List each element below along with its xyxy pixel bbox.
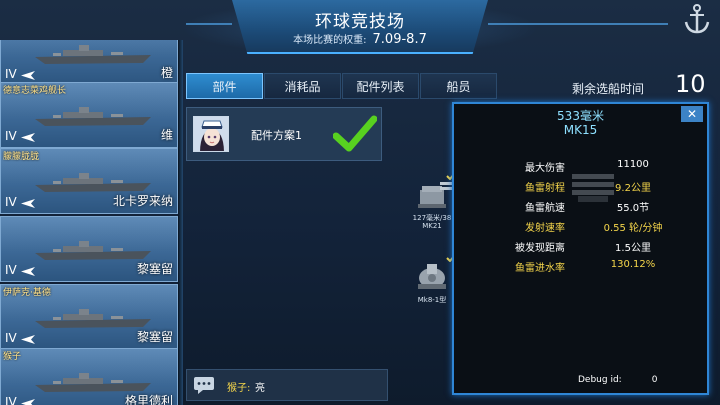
detail-popup: 533毫米 MK15 ✕ 最大伤害 11100 鱼雷射程 9.2公里鱼雷航速 55.0节… [452,102,709,395]
anchor-icon[interactable] [682,4,712,36]
chat-bar[interactable]: 猴子: 亮 [186,369,388,401]
ship-list[interactable]: IV 橙 德意志菜鸡舰长 IV 维 朦朦胧胧 IV 北卡罗来纳 IV 黎塞留 伊… [0,40,180,405]
stat-key: 被发现距离 [515,243,565,254]
ship-tier: IV [5,195,17,209]
stat-key: 最大伤害 [525,163,565,174]
tab-3[interactable]: 船员 [420,73,497,99]
ship-tier: IV [5,263,17,277]
config-label: 配件方案1 [251,129,302,142]
stat-value: 11100 [617,159,649,170]
stat-value: 0.55 轮/分钟 [603,223,663,234]
timer-label: 剩余选船时间 [572,82,645,96]
ship-tier: IV [5,331,17,345]
ship-class: 黎塞留 [136,330,173,344]
header-line-left [186,23,232,25]
match-weight: 本场比赛的权重: 7.09-8.7 [232,31,488,47]
page-title: 环球竞技场 [315,12,405,32]
stat-row: 被发现距离 1.5公里 [454,236,707,256]
ship-hull-icon [35,107,151,126]
ship-card[interactable]: IV 黎塞留 [0,216,178,282]
chat-sender: 猴子: [227,383,251,394]
gun-turret-icon [418,182,452,208]
ship-hull-icon [35,241,151,260]
ship-card[interactable]: IV 橙 [0,40,178,86]
ship-hull-icon [35,309,151,328]
stat-value: 130.12% [610,259,656,270]
ship-player-name: 朦朦胧胧 [3,152,40,162]
ship-class: 橙 [160,66,173,80]
ship-type-icon [21,335,35,344]
ship-type-icon [21,399,35,405]
ship-player-name: 德意志菜鸡舰长 [3,86,67,96]
debug-label: Debug id: [578,375,622,385]
timer-value: 10 [675,70,706,98]
stat-key: 鱼雷航速 [525,203,565,214]
detail-title-line2: MK15 [563,123,598,137]
debug-line: Debug id: 0 [578,375,657,385]
weight-label: 本场比赛的权重: [293,35,367,46]
stat-row: 鱼雷航速 55.0节 [454,196,707,216]
ship-type-icon [21,267,35,276]
detail-title: 533毫米 MK15 [454,104,707,140]
ship-hull-icon [35,45,151,64]
equip-label: 127毫米/38 [412,214,452,222]
stats-table: 最大伤害 11100 鱼雷射程 9.2公里鱼雷航速 55.0节发射速率 0.55 轮/分钟… [454,156,707,276]
ship-type-icon [21,133,35,142]
equip-main-gun[interactable]: 127毫米/38 MK21 [406,172,458,230]
close-button[interactable]: ✕ [681,106,703,122]
stat-key: 鱼雷进水率 [515,263,565,274]
ship-card[interactable]: 伊萨克·基德 IV 黎塞留 [0,284,178,350]
ship-card[interactable]: 朦朦胧胧 IV 北卡罗来纳 [0,148,178,214]
avatar [193,116,229,152]
ship-list-divider [178,40,183,405]
stat-value: 1.5公里 [615,243,651,254]
equip-fire-control[interactable]: Mk8-1型 [406,254,458,304]
stat-value: 9.2公里 [615,183,651,194]
ship-type-icon [21,71,35,80]
checkmark-icon [332,114,378,154]
config-slot[interactable]: 配件方案1 [186,107,382,161]
ship-player-name: 伊萨克·基德 [3,288,51,298]
ship-tier: IV [5,129,17,143]
stat-key: 发射速率 [525,223,565,234]
debug-value: 0 [651,375,658,385]
ship-class: 维 [160,128,173,142]
equip-label: MK21 [422,222,442,230]
ship-class: 北卡罗来纳 [112,194,173,208]
ship-tier: IV [5,395,17,405]
stat-value: 55.0节 [616,203,650,214]
ship-player-name: 猴子 [3,352,22,362]
ship-tier: IV [5,67,17,81]
detail-title-line1: 533毫米 [557,109,604,123]
ship-class: 黎塞留 [136,262,173,276]
stat-row: 最大伤害 11100 [454,156,707,176]
chat-message: 亮 [255,383,265,394]
stat-row: 鱼雷进水率 130.12% [454,256,707,276]
chat-bubble-icon [194,377,214,394]
fire-control-icon [418,264,446,289]
tab-1[interactable]: 消耗品 [264,73,341,99]
tab-2[interactable]: 配件列表 [342,73,419,99]
tab-bar: 部件 消耗品 配件列表 船员 [186,73,498,99]
ship-type-icon [21,199,35,208]
ship-card[interactable]: 猴子 IV 格里德利 [0,348,178,405]
tab-0[interactable]: 部件 [186,73,263,99]
header-line-right [488,23,668,25]
stat-row: 发射速率 0.55 轮/分钟 [454,216,707,236]
weight-value: 7.09-8.7 [372,32,427,47]
ship-card[interactable]: 德意志菜鸡舰长 IV 维 [0,82,178,148]
stat-row: 鱼雷射程 9.2公里 [454,176,707,196]
ship-class: 格里德利 [124,394,173,405]
equip-label: Mk8-1型 [417,296,447,304]
stat-key: 鱼雷射程 [525,183,565,194]
